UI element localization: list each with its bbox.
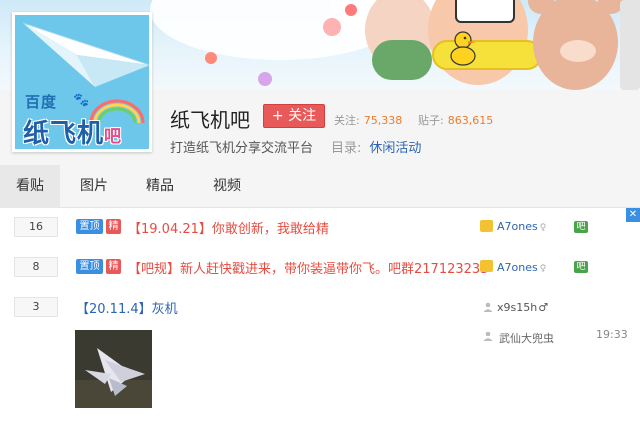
person-icon [483, 331, 493, 341]
thread-author[interactable]: A7ones ♀ [497, 220, 546, 233]
thread-title[interactable]: 【20.11.4】灰机 [76, 298, 178, 317]
thread-author[interactable]: A7ones ♀ [497, 261, 546, 274]
last-reply-time: 19:33 [596, 328, 628, 341]
member-icon [480, 260, 493, 272]
member-icon [480, 220, 493, 232]
logo-title-text: 纸飞机 [23, 119, 105, 149]
forum-name: 纸飞机吧 [170, 108, 250, 132]
paw-icon: 🐾 [73, 93, 90, 108]
paper-plane-photo [75, 330, 152, 408]
reply-count: 3 [14, 297, 58, 317]
pinned-badge: 置顶 [76, 219, 103, 234]
tab-posts[interactable]: 看贴 [0, 165, 60, 208]
tab-videos[interactable]: 视频 [200, 165, 254, 208]
thread-thumbnail[interactable] [75, 330, 152, 408]
tab-images[interactable]: 图片 [68, 165, 120, 208]
thread-title[interactable]: 【19.04.21】你敢创新，我敢给精 [128, 218, 329, 237]
author-gender-icon: ♀ [539, 264, 547, 274]
logo-subtitle: 百度 [25, 93, 58, 111]
logo-suffix: 吧 [104, 127, 123, 147]
tab-bar: 看贴 图片 精品 视频 [0, 165, 640, 208]
posts-value: 863,615 [447, 114, 494, 127]
person-icon [483, 302, 493, 312]
catalog-link[interactable]: 休闲活动 [369, 141, 421, 156]
thread-author[interactable]: x9s15h♂ [497, 301, 548, 314]
pinned-badge: 置顶 [76, 259, 103, 274]
author-name: A7ones [497, 220, 538, 233]
forum-logo[interactable]: 百度 🐾 纸飞机吧 [12, 12, 152, 152]
posts-label: 贴子: [418, 114, 444, 127]
last-reply-user[interactable]: 武仙大兜虫 [499, 330, 554, 346]
catalog: 目录: 休闲活动 [331, 137, 421, 156]
follow-button[interactable]: + 关注 [263, 104, 325, 128]
tab-featured[interactable]: 精品 [133, 165, 187, 208]
close-icon[interactable]: ✕ [626, 208, 640, 222]
author-gender-icon: ♂ [538, 301, 549, 314]
featured-badge: 精 [106, 219, 121, 234]
forum-level-icon: 吧 [574, 261, 588, 273]
logo-title: 纸飞机吧 [23, 113, 123, 149]
forum-slogan: 打造纸飞机分享交流平台 [170, 141, 314, 156]
posts-stat: 贴子: 863,615 [418, 112, 493, 128]
reply-count: 8 [14, 257, 58, 277]
author-name: A7ones [497, 261, 538, 274]
reply-count: 16 [14, 217, 58, 237]
catalog-label: 目录: [331, 141, 362, 156]
forum-level-icon: 吧 [574, 221, 588, 233]
thread-title[interactable]: 【吧规】新人赶快戳进来，带你装逼带你飞。吧群217123233 [128, 258, 488, 277]
followers-label: 关注: [334, 114, 360, 127]
author-name: x9s15h [497, 301, 538, 314]
followers-stat: 关注: 75,338 [334, 112, 402, 128]
followers-value: 75,338 [363, 114, 403, 127]
duck-icon [448, 30, 478, 69]
featured-badge: 精 [106, 259, 121, 274]
paper-plane-icon [22, 22, 149, 87]
author-gender-icon: ♀ [539, 223, 547, 233]
